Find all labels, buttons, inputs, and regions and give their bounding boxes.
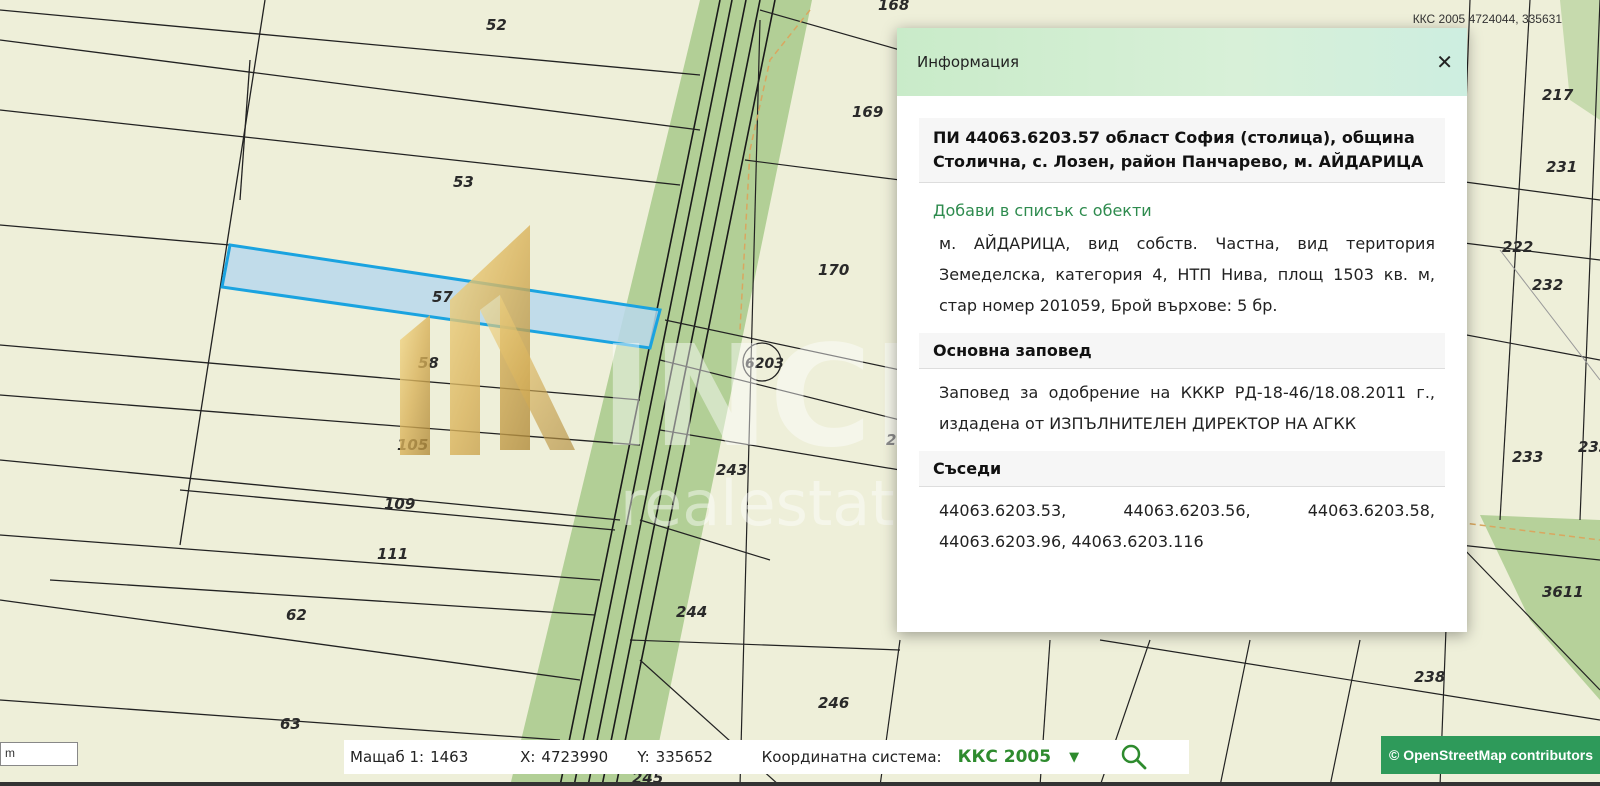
- parcel-label: 231: [1546, 158, 1577, 176]
- parcel-label: 52: [486, 16, 507, 34]
- parcel-label: 170: [818, 261, 849, 279]
- x-value: 4723990: [541, 748, 609, 766]
- parcel-label: 63: [280, 715, 301, 733]
- parcel-label: 58: [418, 354, 439, 372]
- parcel-label: 109: [384, 495, 415, 513]
- parcel-label: 222: [1502, 238, 1533, 256]
- parcel-label: 246: [818, 694, 849, 712]
- neighbor-link[interactable]: 44063.6203.96, 44063.6203.116: [939, 526, 1435, 557]
- y-value: 335652: [655, 748, 713, 766]
- parcel-label: 105: [397, 436, 428, 454]
- parcel-label: 232: [1532, 276, 1563, 294]
- parcel-label: 3611: [1542, 583, 1584, 601]
- neighbors-heading: Съседи: [919, 451, 1445, 487]
- add-to-list-link[interactable]: Добави в списък с обекти: [919, 183, 1445, 228]
- parcel-label: 243: [716, 461, 747, 479]
- parcel-label: 6203: [745, 356, 784, 372]
- parcel-label: 111: [377, 545, 408, 563]
- parcel-label: 217: [1542, 86, 1574, 104]
- parcel-label: 62: [286, 606, 307, 624]
- parcel-description: м. АЙДАРИЦА, вид собств. Частна, вид тер…: [939, 234, 1435, 315]
- map-status-bar: Мащаб 1: 1463 X: 4723990 Y: 335652 Коорд…: [344, 740, 1189, 774]
- crs-select[interactable]: ККС 2005: [958, 747, 1052, 767]
- x-label: X:: [520, 748, 536, 766]
- neighbors-list: 44063.6203.53, 44063.6203.56, 44063.6203…: [919, 495, 1445, 557]
- parcel-label: 238: [1414, 668, 1445, 686]
- order-text: Заповед за одобрение на КККР РД-18-46/18…: [939, 383, 1435, 433]
- parcel-label: 169: [852, 103, 883, 121]
- y-label: Y:: [637, 748, 650, 766]
- chevron-down-icon[interactable]: ▼: [1069, 750, 1079, 765]
- parcel-label: 53: [453, 173, 474, 191]
- scale-value[interactable]: 1463: [430, 748, 508, 766]
- parcel-label: 57: [432, 288, 453, 306]
- neighbor-link[interactable]: 44063.6203.56,: [1123, 495, 1250, 526]
- info-panel: Информация ✕ ПИ 44063.6203.57 област Соф…: [897, 28, 1467, 632]
- neighbor-link[interactable]: 44063.6203.58,: [1308, 495, 1435, 526]
- parcel-label: 233: [1512, 448, 1543, 466]
- coordinate-readout: ККС 2005 4724044, 335631: [1412, 12, 1562, 26]
- neighbor-link[interactable]: 44063.6203.53,: [939, 495, 1066, 526]
- parcel-label: 233: [1578, 438, 1600, 456]
- scale-bar-input[interactable]: m: [0, 742, 78, 766]
- crs-label: Координатна система:: [761, 748, 942, 766]
- search-icon[interactable]: [1119, 742, 1149, 772]
- order-heading: Основна заповед: [919, 333, 1445, 369]
- attribution-badge[interactable]: © OpenStreetMap contributors: [1381, 736, 1600, 774]
- bottom-divider: [0, 782, 1600, 786]
- parcel-label: 2: [886, 431, 896, 449]
- parcel-label: 244: [676, 603, 707, 621]
- close-icon[interactable]: ✕: [1436, 50, 1453, 74]
- scale-label: Мащаб 1:: [350, 748, 425, 766]
- info-panel-header: Информация ✕: [897, 28, 1467, 96]
- parcel-title: ПИ 44063.6203.57 област София (столица),…: [919, 118, 1445, 183]
- parcel-label: 168: [878, 0, 909, 14]
- info-panel-title: Информация: [917, 53, 1020, 71]
